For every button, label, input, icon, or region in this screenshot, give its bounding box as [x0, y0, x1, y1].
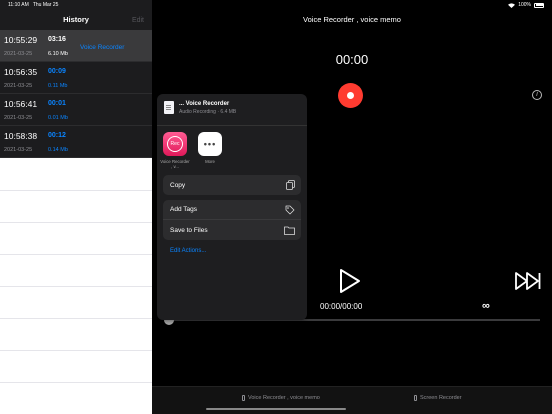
more-dots: •••	[203, 139, 217, 149]
tab-label: Screen Recorder	[420, 395, 462, 401]
recording-size: 6.10 Mb	[48, 51, 68, 57]
recording-row[interactable]: 10:58:38 00:12 2021-03-25 0.14 Mb	[0, 126, 152, 158]
recording-name: Voice Recorder	[80, 44, 125, 51]
tab-screen-recorder[interactable]: Screen Recorder	[414, 395, 462, 401]
share-app-voice-recorder[interactable]: Rec Voice Recorder , v...	[160, 132, 190, 169]
recording-size: 0.14 Mb	[48, 147, 68, 153]
recording-date: 2021-03-25	[4, 147, 33, 153]
recording-row[interactable]: 10:56:41 00:01 2021-03-25 0.01 Mb	[0, 94, 152, 126]
status-bar: 11:10 AM Thu Mar 25 100%	[0, 0, 552, 10]
status-time: 11:10 AM	[8, 2, 29, 8]
info-icon[interactable]: i	[532, 90, 542, 100]
recording-time: 10:58:38	[4, 131, 38, 141]
record-timer: 00:00	[335, 52, 369, 67]
recording-duration: 00:01	[48, 100, 66, 107]
playback-timecode: 00:00/00:00	[320, 302, 363, 311]
recording-time: 10:55:29	[4, 35, 38, 45]
more-icon: •••	[198, 132, 222, 156]
page-title: Voice Recorder , voice memo	[303, 15, 401, 24]
recording-duration: 03:16	[48, 36, 66, 43]
recording-row[interactable]: 10:56:35 00:09 2021-03-25 0.11 Mb	[0, 62, 152, 94]
copy-action[interactable]: Copy	[163, 175, 301, 195]
history-sidebar: History Edit 10:55:29 03:16 Voice Record…	[0, 0, 152, 414]
add-tags-action[interactable]: Add Tags	[163, 200, 301, 220]
battery-percent: 100%	[518, 2, 531, 8]
share-actions-group: Copy	[163, 175, 301, 195]
status-date: Thu Mar 25	[32, 2, 59, 8]
tag-icon	[285, 205, 295, 214]
action-label: Save to Files	[170, 226, 208, 234]
loop-icon[interactable]: ∞	[482, 300, 490, 312]
recording-size: 0.01 Mb	[48, 115, 68, 121]
edit-actions-link[interactable]: Edit Actions...	[170, 248, 206, 254]
share-file-title: ... Voice Recorder	[179, 101, 230, 107]
tab-label: Voice Recorder , voice memo	[248, 395, 320, 401]
audio-file-icon	[164, 101, 174, 114]
recording-list: 10:55:29 03:16 Voice Recorder 2021-03-25…	[0, 30, 152, 158]
ipad-screen: 11:10 AM Thu Mar 25 100% History Edit 10…	[0, 0, 552, 414]
share-app-more[interactable]: ••• More	[197, 132, 223, 164]
recording-time: 10:56:35	[4, 67, 38, 77]
share-sheet-header: ... Voice Recorder Audio Recording · 6.4…	[157, 94, 307, 126]
recording-row[interactable]: 10:55:29 03:16 Voice Recorder 2021-03-25…	[0, 30, 152, 62]
recording-size: 0.11 Mb	[48, 83, 68, 89]
wifi-icon	[508, 2, 516, 8]
edit-button[interactable]: Edit	[132, 17, 144, 24]
record-dot-icon	[347, 92, 354, 99]
recording-date: 2021-03-25	[4, 115, 33, 121]
recording-duration: 00:12	[48, 132, 66, 139]
status-right: 100%	[508, 2, 544, 8]
sidebar-title: History	[63, 15, 89, 24]
battery-icon	[534, 2, 544, 8]
folder-icon	[284, 226, 295, 235]
share-app-label: More	[205, 159, 215, 164]
voice-recorder-app-icon: Rec	[163, 132, 187, 156]
fast-forward-icon[interactable]	[514, 271, 541, 291]
empty-list-area	[0, 159, 152, 414]
home-indicator	[206, 408, 346, 410]
copy-icon	[286, 180, 295, 190]
save-to-files-action[interactable]: Save to Files	[163, 220, 301, 240]
tab-voice-recorder[interactable]: Voice Recorder , voice memo	[242, 395, 320, 401]
recording-duration: 00:09	[48, 68, 66, 75]
action-label: Add Tags	[170, 206, 197, 213]
phone-icon	[414, 395, 417, 401]
microphone-icon	[242, 395, 245, 401]
rec-icon-text: Rec	[167, 136, 183, 152]
play-icon[interactable]	[338, 268, 362, 294]
action-label: Copy	[170, 181, 186, 189]
share-file-subtitle: Audio Recording · 6.4 MB	[179, 109, 237, 115]
record-button[interactable]	[338, 83, 363, 108]
share-actions-group: Add Tags Save to Files	[163, 200, 301, 240]
recording-date: 2021-03-25	[4, 51, 33, 57]
recording-date: 2021-03-25	[4, 83, 33, 89]
status-left: 11:10 AM Thu Mar 25	[8, 2, 58, 8]
share-app-label: Voice Recorder , v...	[160, 159, 190, 169]
share-sheet: ... Voice Recorder Audio Recording · 6.4…	[157, 94, 307, 320]
recording-time: 10:56:41	[4, 99, 38, 109]
